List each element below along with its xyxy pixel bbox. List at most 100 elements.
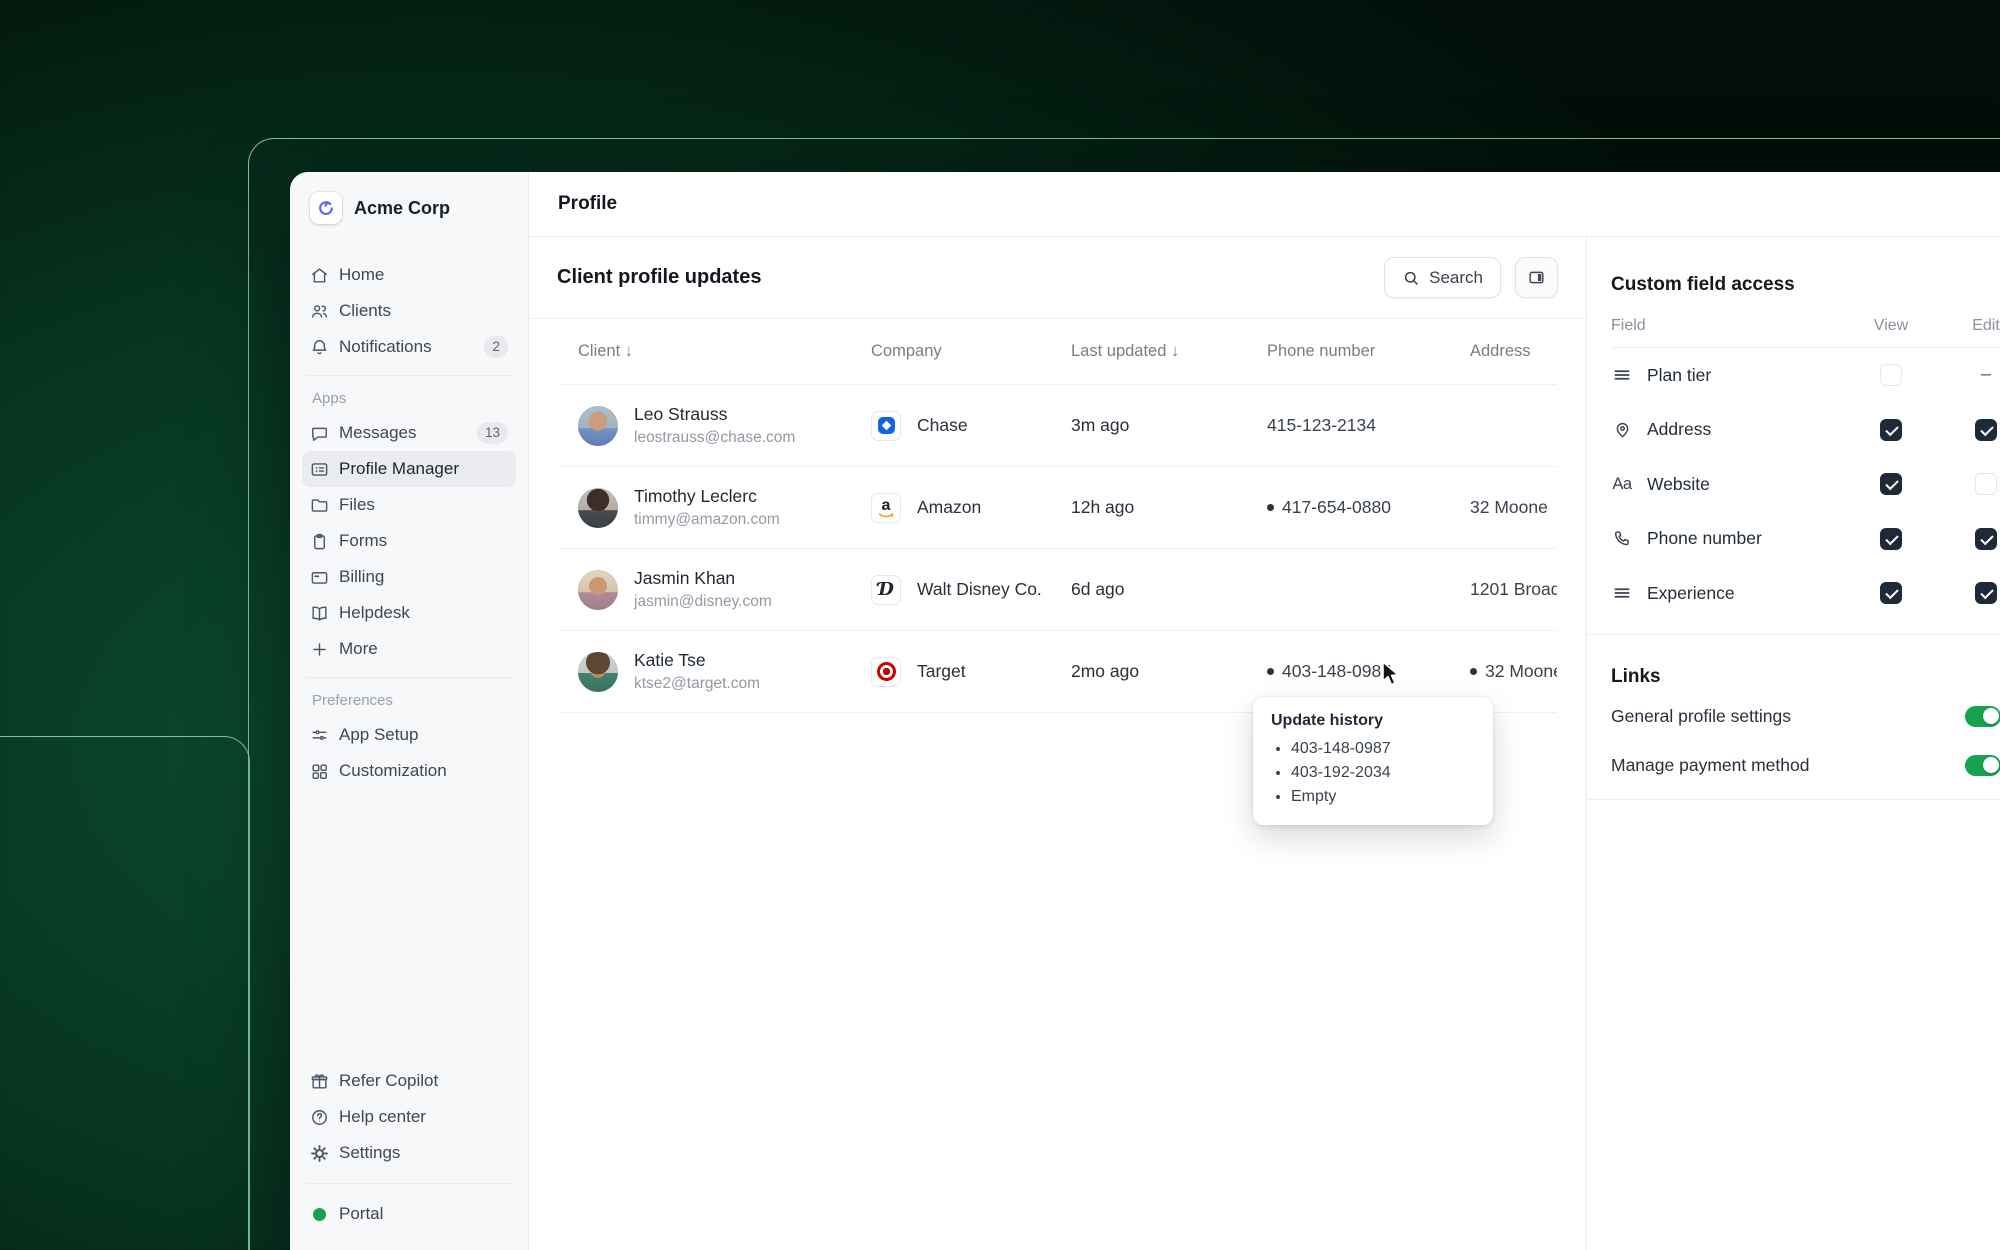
topbar: Profile bbox=[529, 172, 2000, 237]
table-row[interactable]: Jasmin Khan jasmin@disney.com Ɗ Walt Dis… bbox=[558, 549, 1557, 631]
list-icon bbox=[1611, 583, 1633, 603]
sidebar-nav-main: Home Clients Notifications 2 bbox=[290, 257, 528, 365]
sidebar-item-portal[interactable]: Portal bbox=[302, 1196, 516, 1232]
table-row[interactable]: Timothy Leclerc timmy@amazon.com a Amazo… bbox=[558, 467, 1557, 549]
link-row-manage-payment-method: Manage payment method bbox=[1611, 745, 2000, 786]
sidebar-item-helpdesk[interactable]: Helpdesk bbox=[302, 595, 516, 631]
phone-cell: 415-123-2134 bbox=[1267, 415, 1376, 435]
sidebar-item-home[interactable]: Home bbox=[302, 257, 516, 293]
field-row-website: Aa Website bbox=[1611, 457, 2000, 512]
manage-payment-method-toggle[interactable] bbox=[1965, 754, 2000, 776]
portal-status-icon bbox=[313, 1207, 326, 1221]
sidebar-item-notifications[interactable]: Notifications 2 bbox=[302, 329, 516, 365]
field-row-address: Address bbox=[1611, 403, 2000, 458]
sidebar-section-preferences: Preferences bbox=[312, 692, 393, 709]
client-email: jasmin@disney.com bbox=[634, 592, 772, 610]
tooltip-list: 403-148-0987 403-192-2034 Empty bbox=[1291, 737, 1475, 809]
brand-row[interactable]: Acme Corp bbox=[290, 172, 528, 224]
edit-checkbox[interactable] bbox=[1975, 527, 1997, 550]
sidebar-item-customization[interactable]: Customization bbox=[302, 753, 516, 789]
gift-icon bbox=[310, 1072, 329, 1091]
edit-checkbox[interactable] bbox=[1975, 582, 1997, 605]
help-circle-icon bbox=[310, 1108, 329, 1127]
brand-name: Acme Corp bbox=[354, 197, 451, 218]
view-checkbox[interactable] bbox=[1880, 364, 1902, 387]
section-header: Client profile updates Search bbox=[529, 237, 1586, 319]
sidebar-divider bbox=[306, 375, 512, 376]
avatar bbox=[578, 651, 618, 692]
general-profile-settings-toggle[interactable] bbox=[1965, 705, 2000, 727]
sidebar-item-label: Refer Copilot bbox=[339, 1071, 439, 1090]
company-name: Chase bbox=[917, 415, 968, 435]
client-email: timmy@amazon.com bbox=[634, 510, 780, 528]
search-button-label: Search bbox=[1429, 267, 1483, 287]
edit-checkbox bbox=[1975, 364, 1997, 386]
update-history-tooltip: Update history 403-148-0987 403-192-2034… bbox=[1253, 697, 1493, 825]
sliders-icon bbox=[310, 726, 329, 745]
sidebar-section-apps: Apps bbox=[312, 390, 347, 407]
plus-icon bbox=[310, 640, 329, 659]
column-header-client[interactable]: Client ↓ bbox=[558, 342, 871, 361]
sidebar-item-profile-manager[interactable]: Profile Manager bbox=[302, 451, 516, 487]
client-email: ktse2@target.com bbox=[634, 674, 761, 692]
gear-icon bbox=[310, 1144, 329, 1163]
sidebar-item-files[interactable]: Files bbox=[302, 487, 516, 523]
column-header-view: View bbox=[1873, 317, 1909, 334]
search-button[interactable]: Search bbox=[1384, 257, 1501, 298]
page-title: Profile bbox=[558, 193, 618, 214]
view-checkbox[interactable] bbox=[1880, 527, 1902, 550]
sidebar-item-label: Notifications bbox=[339, 337, 432, 356]
field-label: Experience bbox=[1647, 582, 1735, 603]
app-window: Acme Corp Home Clients Notifications 2 A… bbox=[290, 172, 2000, 1250]
sidebar-nav-apps: Messages 13 Profile Manager Files Forms … bbox=[290, 415, 528, 667]
column-header-address[interactable]: Address bbox=[1470, 342, 1557, 361]
phone-icon bbox=[1611, 529, 1633, 548]
tooltip-title: Update history bbox=[1271, 712, 1384, 729]
table-header-row: Client ↓ Company Last updated ↓ Phone nu… bbox=[558, 319, 1557, 385]
amazon-logo: a bbox=[871, 492, 901, 523]
toggle-panel-button[interactable] bbox=[1515, 257, 1558, 298]
client-name: Timothy Leclerc bbox=[634, 486, 757, 507]
sidebar-item-app-setup[interactable]: App Setup bbox=[302, 717, 516, 753]
field-label: Website bbox=[1647, 473, 1710, 494]
sidebar-item-label: More bbox=[339, 639, 378, 658]
view-checkbox[interactable] bbox=[1880, 418, 1902, 441]
view-checkbox[interactable] bbox=[1880, 473, 1902, 496]
update-dot bbox=[1470, 668, 1477, 675]
sidebar-item-label: Portal bbox=[339, 1204, 384, 1223]
notifications-badge: 2 bbox=[484, 336, 508, 358]
edit-checkbox[interactable] bbox=[1975, 473, 1997, 496]
sidebar-item-refer-copilot[interactable]: Refer Copilot bbox=[302, 1063, 516, 1099]
phone-cell: 403-148-0987 bbox=[1267, 661, 1470, 682]
text-aa-icon: Aa bbox=[1612, 474, 1632, 493]
messages-badge: 13 bbox=[476, 422, 508, 444]
sidebar-item-forms[interactable]: Forms bbox=[302, 523, 516, 559]
column-header-last-updated[interactable]: Last updated ↓ bbox=[1071, 342, 1267, 361]
table-row[interactable]: Leo Strauss leostrauss@chase.com Chase 3… bbox=[558, 385, 1557, 467]
column-header-phone[interactable]: Phone number bbox=[1267, 342, 1470, 361]
grid-icon bbox=[310, 762, 329, 781]
sidebar-item-clients[interactable]: Clients bbox=[302, 293, 516, 329]
client-email: leostrauss@chase.com bbox=[634, 428, 796, 446]
field-label: Phone number bbox=[1647, 528, 1762, 549]
last-updated: 12h ago bbox=[1071, 497, 1135, 517]
sidebar-item-messages[interactable]: Messages 13 bbox=[302, 415, 516, 451]
tooltip-item: 403-148-0987 bbox=[1291, 737, 1475, 761]
edit-checkbox[interactable] bbox=[1975, 418, 1997, 441]
sidebar-item-billing[interactable]: Billing bbox=[302, 559, 516, 595]
sidebar-item-settings[interactable]: Settings bbox=[302, 1135, 516, 1171]
users-icon bbox=[310, 302, 329, 321]
column-header-company[interactable]: Company bbox=[871, 342, 1071, 361]
last-updated: 6d ago bbox=[1071, 579, 1125, 599]
split-view-icon bbox=[1527, 268, 1546, 287]
id-card-icon bbox=[310, 460, 329, 479]
sidebar-item-help-center[interactable]: Help center bbox=[302, 1099, 516, 1135]
sidebar-item-more[interactable]: More bbox=[302, 631, 516, 667]
book-icon bbox=[310, 604, 329, 623]
credit-card-icon bbox=[310, 568, 329, 587]
view-checkbox[interactable] bbox=[1880, 582, 1902, 605]
clipboard-icon bbox=[310, 532, 329, 551]
section-title: Client profile updates bbox=[557, 266, 762, 288]
sidebar-item-label: Forms bbox=[339, 531, 388, 550]
map-pin-icon bbox=[1611, 420, 1633, 439]
